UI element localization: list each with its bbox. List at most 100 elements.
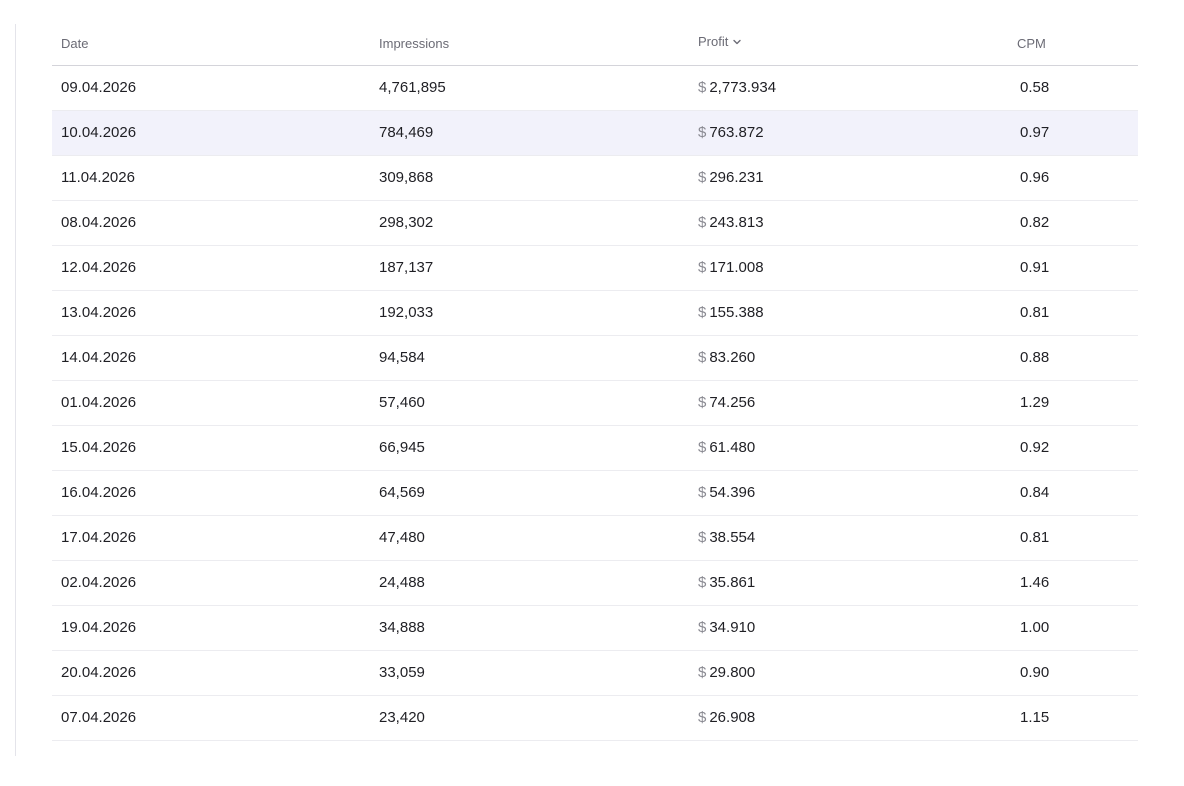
- cell-cpm: 0.97: [1020, 124, 1050, 141]
- cell-date: 02.04.2026: [61, 574, 137, 591]
- table-row[interactable]: 08.04.2026 298,302 $243.813 0.82: [52, 201, 1138, 246]
- cell-profit: $243.813: [698, 214, 764, 231]
- cell-cpm: 1.29: [1020, 394, 1050, 411]
- cell-impressions: 784,469: [379, 124, 434, 141]
- cell-cpm: 0.91: [1020, 259, 1050, 276]
- column-header-profit[interactable]: Profit: [698, 34, 742, 49]
- cell-impressions: 64,569: [379, 484, 425, 501]
- currency-symbol: $: [698, 304, 707, 321]
- cell-date: 17.04.2026: [61, 529, 137, 546]
- profit-value: 29.800: [709, 664, 756, 681]
- panel-divider: [15, 24, 16, 756]
- stats-panel: Date Impressions Profit CPM 09.04.2026 4,…: [0, 0, 1184, 786]
- profit-value: 26.908: [709, 709, 756, 726]
- cell-impressions: 24,488: [379, 574, 425, 591]
- cell-cpm: 1.46: [1020, 574, 1050, 591]
- cell-cpm: 0.58: [1020, 79, 1050, 96]
- profit-value: 35.861: [709, 574, 756, 591]
- currency-symbol: $: [698, 439, 707, 456]
- table-row[interactable]: 19.04.2026 34,888 $34.910 1.00: [52, 606, 1138, 651]
- currency-symbol: $: [698, 394, 707, 411]
- cell-date: 14.04.2026: [61, 349, 137, 366]
- stats-table: Date Impressions Profit CPM 09.04.2026 4,…: [52, 22, 1138, 741]
- column-header-date[interactable]: Date: [61, 36, 88, 51]
- cell-profit: $155.388: [698, 304, 764, 321]
- cell-impressions: 66,945: [379, 439, 425, 456]
- cell-impressions: 34,888: [379, 619, 425, 636]
- currency-symbol: $: [698, 619, 707, 636]
- cell-profit: $2,773.934: [698, 79, 776, 96]
- currency-symbol: $: [698, 124, 707, 141]
- table-row[interactable]: 09.04.2026 4,761,895 $2,773.934 0.58: [52, 66, 1138, 111]
- cell-cpm: 1.15: [1020, 709, 1050, 726]
- cell-date: 11.04.2026: [61, 169, 135, 186]
- cell-profit: $296.231: [698, 169, 764, 186]
- cell-cpm: 0.82: [1020, 214, 1050, 231]
- cell-impressions: 298,302: [379, 214, 434, 231]
- cell-cpm: 0.96: [1020, 169, 1050, 186]
- table-row[interactable]: 12.04.2026 187,137 $171.008 0.91: [52, 246, 1138, 291]
- currency-symbol: $: [698, 709, 707, 726]
- table-row[interactable]: 20.04.2026 33,059 $29.800 0.90: [52, 651, 1138, 696]
- cell-profit: $763.872: [698, 124, 764, 141]
- profit-value: 38.554: [709, 529, 756, 546]
- cell-cpm: 0.92: [1020, 439, 1050, 456]
- table-row[interactable]: 10.04.2026 784,469 $763.872 0.97: [52, 111, 1138, 156]
- cell-profit: $29.800: [698, 664, 755, 681]
- cell-profit: $26.908: [698, 709, 755, 726]
- cell-impressions: 94,584: [379, 349, 425, 366]
- table-body: 09.04.2026 4,761,895 $2,773.934 0.58 10.04.2…: [52, 66, 1138, 741]
- cell-impressions: 47,480: [379, 529, 425, 546]
- cell-impressions: 23,420: [379, 709, 425, 726]
- cell-date: 20.04.2026: [61, 664, 137, 681]
- cell-profit: $34.910: [698, 619, 755, 636]
- cell-cpm: 0.90: [1020, 664, 1050, 681]
- currency-symbol: $: [698, 214, 707, 231]
- cell-profit: $83.260: [698, 349, 755, 366]
- profit-value: 2,773.934: [709, 79, 777, 96]
- column-header-impressions[interactable]: Impressions: [379, 36, 449, 51]
- profit-value: 243.813: [709, 214, 764, 231]
- table-header: Date Impressions Profit CPM: [52, 22, 1138, 66]
- cell-date: 19.04.2026: [61, 619, 137, 636]
- cell-date: 12.04.2026: [61, 259, 137, 276]
- table-row[interactable]: 01.04.2026 57,460 $74.256 1.29: [52, 381, 1138, 426]
- cell-date: 01.04.2026: [61, 394, 137, 411]
- cell-impressions: 57,460: [379, 394, 425, 411]
- table-row[interactable]: 15.04.2026 66,945 $61.480 0.92: [52, 426, 1138, 471]
- table-row[interactable]: 07.04.2026 23,420 $26.908 1.15: [52, 696, 1138, 741]
- cell-profit: $74.256: [698, 394, 755, 411]
- currency-symbol: $: [698, 79, 707, 96]
- cell-profit: $38.554: [698, 529, 755, 546]
- cell-date: 16.04.2026: [61, 484, 137, 501]
- profit-value: 763.872: [709, 124, 764, 141]
- table-row[interactable]: 13.04.2026 192,033 $155.388 0.81: [52, 291, 1138, 336]
- cell-date: 09.04.2026: [61, 79, 137, 96]
- table-row[interactable]: 14.04.2026 94,584 $83.260 0.88: [52, 336, 1138, 381]
- cell-impressions: 192,033: [379, 304, 434, 321]
- cell-cpm: 0.81: [1020, 529, 1050, 546]
- cell-profit: $171.008: [698, 259, 764, 276]
- table-row[interactable]: 11.04.2026 309,868 $296.231 0.96: [52, 156, 1138, 201]
- chevron-down-icon: [733, 39, 742, 44]
- currency-symbol: $: [698, 484, 707, 501]
- table-row[interactable]: 17.04.2026 47,480 $38.554 0.81: [52, 516, 1138, 561]
- cell-cpm: 0.81: [1020, 304, 1050, 321]
- cell-profit: $61.480: [698, 439, 755, 456]
- profit-value: 74.256: [709, 394, 756, 411]
- cell-cpm: 0.88: [1020, 349, 1050, 366]
- table-row[interactable]: 02.04.2026 24,488 $35.861 1.46: [52, 561, 1138, 606]
- column-header-cpm[interactable]: CPM: [1017, 36, 1046, 51]
- cell-date: 10.04.2026: [61, 124, 137, 141]
- profit-value: 61.480: [709, 439, 756, 456]
- profit-value: 34.910: [709, 619, 756, 636]
- cell-impressions: 33,059: [379, 664, 425, 681]
- currency-symbol: $: [698, 169, 707, 186]
- cell-impressions: 187,137: [379, 259, 434, 276]
- currency-symbol: $: [698, 259, 707, 276]
- currency-symbol: $: [698, 349, 707, 366]
- cell-impressions: 4,761,895: [379, 79, 446, 96]
- currency-symbol: $: [698, 574, 707, 591]
- cell-profit: $35.861: [698, 574, 755, 591]
- table-row[interactable]: 16.04.2026 64,569 $54.396 0.84: [52, 471, 1138, 516]
